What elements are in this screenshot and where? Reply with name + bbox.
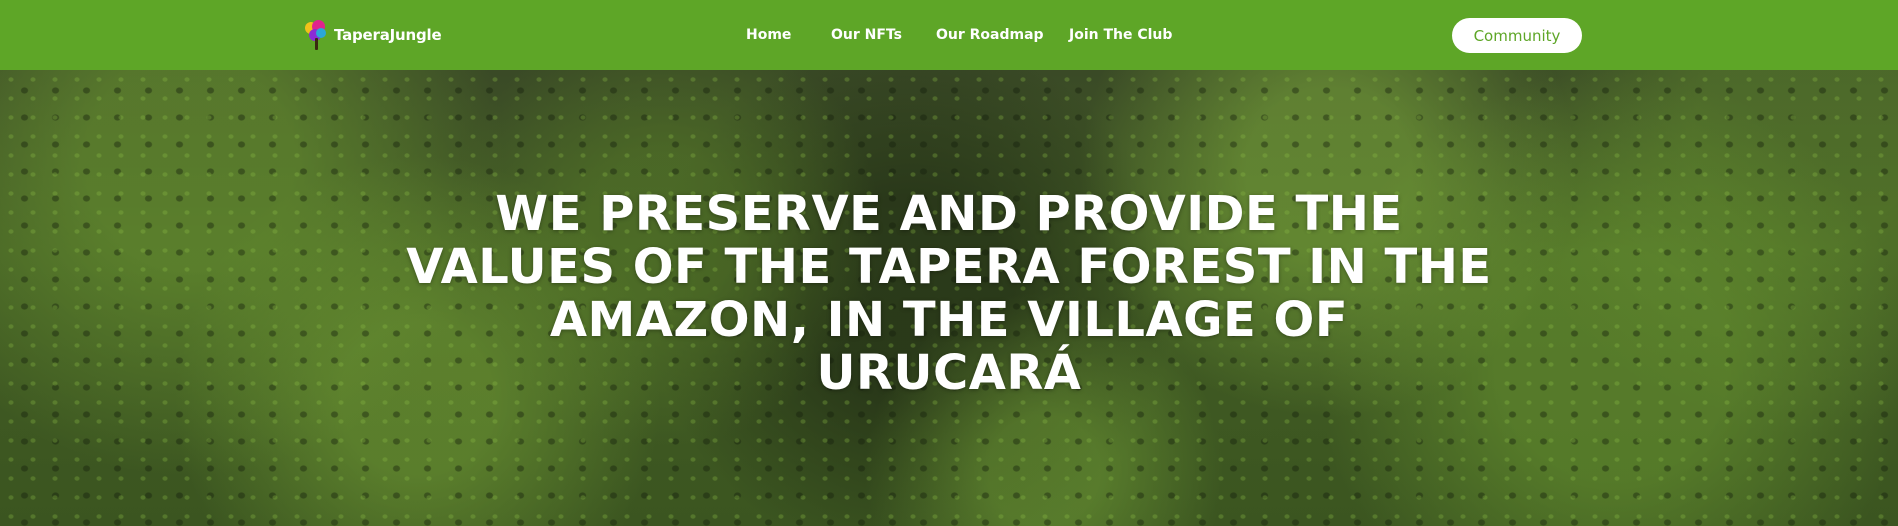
hero-title: WE PRESERVE AND PROVIDE THE VALUES OF TH…: [0, 188, 1898, 400]
hero-title-line: VALUES OF THE TAPERA FOREST IN THE: [406, 239, 1492, 295]
hero-title-line: WE PRESERVE AND PROVIDE THE: [495, 186, 1403, 242]
site-header: TaperaJungle Home Our NFTs Our Roadmap J…: [0, 0, 1898, 70]
hero-title-line: URUCARÁ: [816, 345, 1082, 401]
hero-title-line: AMAZON, IN THE VILLAGE OF: [549, 292, 1349, 348]
nav-our-roadmap[interactable]: Our Roadmap: [936, 27, 1044, 43]
nav-join-the-club[interactable]: Join The Club: [1069, 27, 1172, 43]
hero-section: WE PRESERVE AND PROVIDE THE VALUES OF TH…: [0, 70, 1898, 526]
brand-logo[interactable]: TaperaJungle: [304, 18, 442, 52]
nav-our-nfts[interactable]: Our NFTs: [831, 27, 902, 43]
brand-name: TaperaJungle: [334, 26, 442, 44]
community-button[interactable]: Community: [1452, 18, 1582, 53]
tree-icon: [304, 20, 330, 50]
nav-home[interactable]: Home: [746, 27, 791, 43]
